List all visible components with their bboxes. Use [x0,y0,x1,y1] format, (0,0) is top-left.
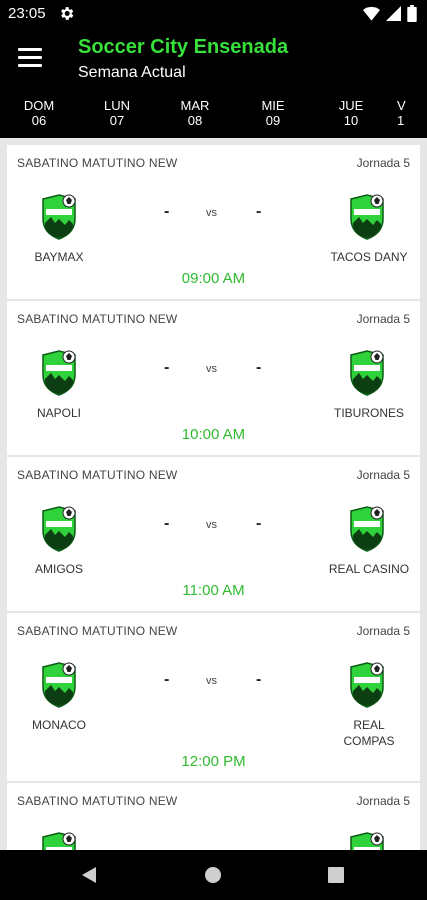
menu-icon[interactable] [18,48,42,68]
away-team: TIBURONES [333,406,404,420]
match-card[interactable]: SABATINO MATUTINO NEW Jornada 5 - vs - B… [7,145,420,299]
soccer-shield-icon [350,350,384,396]
league-name: SABATINO MATUTINO NEW [17,794,178,808]
tab-day-date: 1 [397,113,405,128]
match-card[interactable]: SABATINO MATUTINO NEW Jornada 5 [7,783,420,850]
league-name: SABATINO MATUTINO NEW [17,468,178,482]
vs-label: vs [206,519,217,531]
round-label: Jornada 5 [356,468,410,482]
tab-day-name: MAR [180,98,210,113]
home-team: MONACO [32,718,86,732]
away-team: TACOS DANY [330,250,408,264]
match-time: 12:00 PM [181,753,246,770]
match-time: 10:00 AM [181,426,246,443]
tab-day-mie[interactable]: MIE 09 [243,98,303,128]
match-list[interactable]: SABATINO MATUTINO NEW Jornada 5 - vs - B… [0,138,427,850]
soccer-shield-icon [350,194,384,240]
tab-day-date: 08 [187,113,203,128]
league-name: SABATINO MATUTINO NEW [17,156,178,170]
tab-day-date: 06 [31,113,47,128]
app-subtitle: Semana Actual [78,64,186,81]
away-score: - [256,203,262,220]
home-team: AMIGOS [34,562,83,576]
back-icon[interactable] [80,866,98,884]
tab-day-date: 10 [343,113,359,128]
tab-day-jue[interactable]: JUE 10 [321,98,381,128]
soccer-shield-icon [42,194,76,240]
tab-day-date: 09 [265,113,281,128]
soccer-shield-icon [350,662,384,708]
status-bar: 23:05 [0,0,427,28]
away-team: REAL CASINO [328,562,410,576]
wifi-icon [363,6,380,21]
tab-day-name: JUE [338,98,364,113]
recents-icon[interactable] [328,867,344,883]
tab-day-date: 07 [109,113,125,128]
match-card[interactable]: SABATINO MATUTINO NEW Jornada 5 - vs - A… [7,457,420,611]
battery-icon [407,5,417,22]
league-name: SABATINO MATUTINO NEW [17,312,178,326]
away-score: - [256,359,262,376]
tab-day-mar[interactable]: MAR 08 [165,98,225,128]
round-label: Jornada 5 [356,156,410,170]
soccer-shield-icon [350,832,384,850]
soccer-shield-icon [42,506,76,552]
round-label: Jornada 5 [356,312,410,326]
round-label: Jornada 5 [356,624,410,638]
home-score: - [164,203,170,220]
away-score: - [256,671,262,688]
home-score: - [164,671,170,688]
home-icon[interactable] [204,866,222,884]
league-name: SABATINO MATUTINO NEW [17,624,178,638]
status-icons [363,5,417,22]
app-title: Soccer City Ensenada [78,36,289,58]
match-card[interactable]: SABATINO MATUTINO NEW Jornada 5 - vs - M… [7,613,420,781]
soccer-shield-icon [42,662,76,708]
tab-day-vie[interactable]: V 1 [397,98,427,128]
round-label: Jornada 5 [356,794,410,808]
signal-icon [386,6,401,21]
vs-label: vs [206,675,217,687]
tab-day-name: LUN [103,98,130,113]
home-team: NAPOLI [36,406,81,420]
away-score: - [256,515,262,532]
home-score: - [164,515,170,532]
away-team: REAL COMPAS [343,718,395,748]
tab-day-lun[interactable]: LUN 07 [87,98,147,128]
vs-label: vs [206,207,217,219]
vs-label: vs [206,363,217,375]
soccer-shield-icon [42,350,76,396]
app-bar: Soccer City Ensenada Semana Actual [0,28,427,94]
home-score: - [164,359,170,376]
match-card[interactable]: SABATINO MATUTINO NEW Jornada 5 - vs - N… [7,301,420,455]
navigation-bar [0,850,427,900]
day-tabs: DOM 06 LUN 07 MAR 08 MIE 09 JUE 10 V 1 [0,94,427,138]
tab-day-name: V [397,98,406,113]
tab-day-dom[interactable]: DOM 06 [9,98,69,128]
match-time: 11:00 AM [182,582,245,599]
tab-day-name: DOM [23,98,55,113]
tab-day-name: MIE [261,98,285,113]
soccer-shield-icon [350,506,384,552]
home-team: BAYMAX [34,250,84,264]
match-time: 09:00 AM [181,270,246,287]
gear-icon [61,7,74,20]
soccer-shield-icon [42,832,76,850]
status-time: 23:05 [8,5,46,22]
